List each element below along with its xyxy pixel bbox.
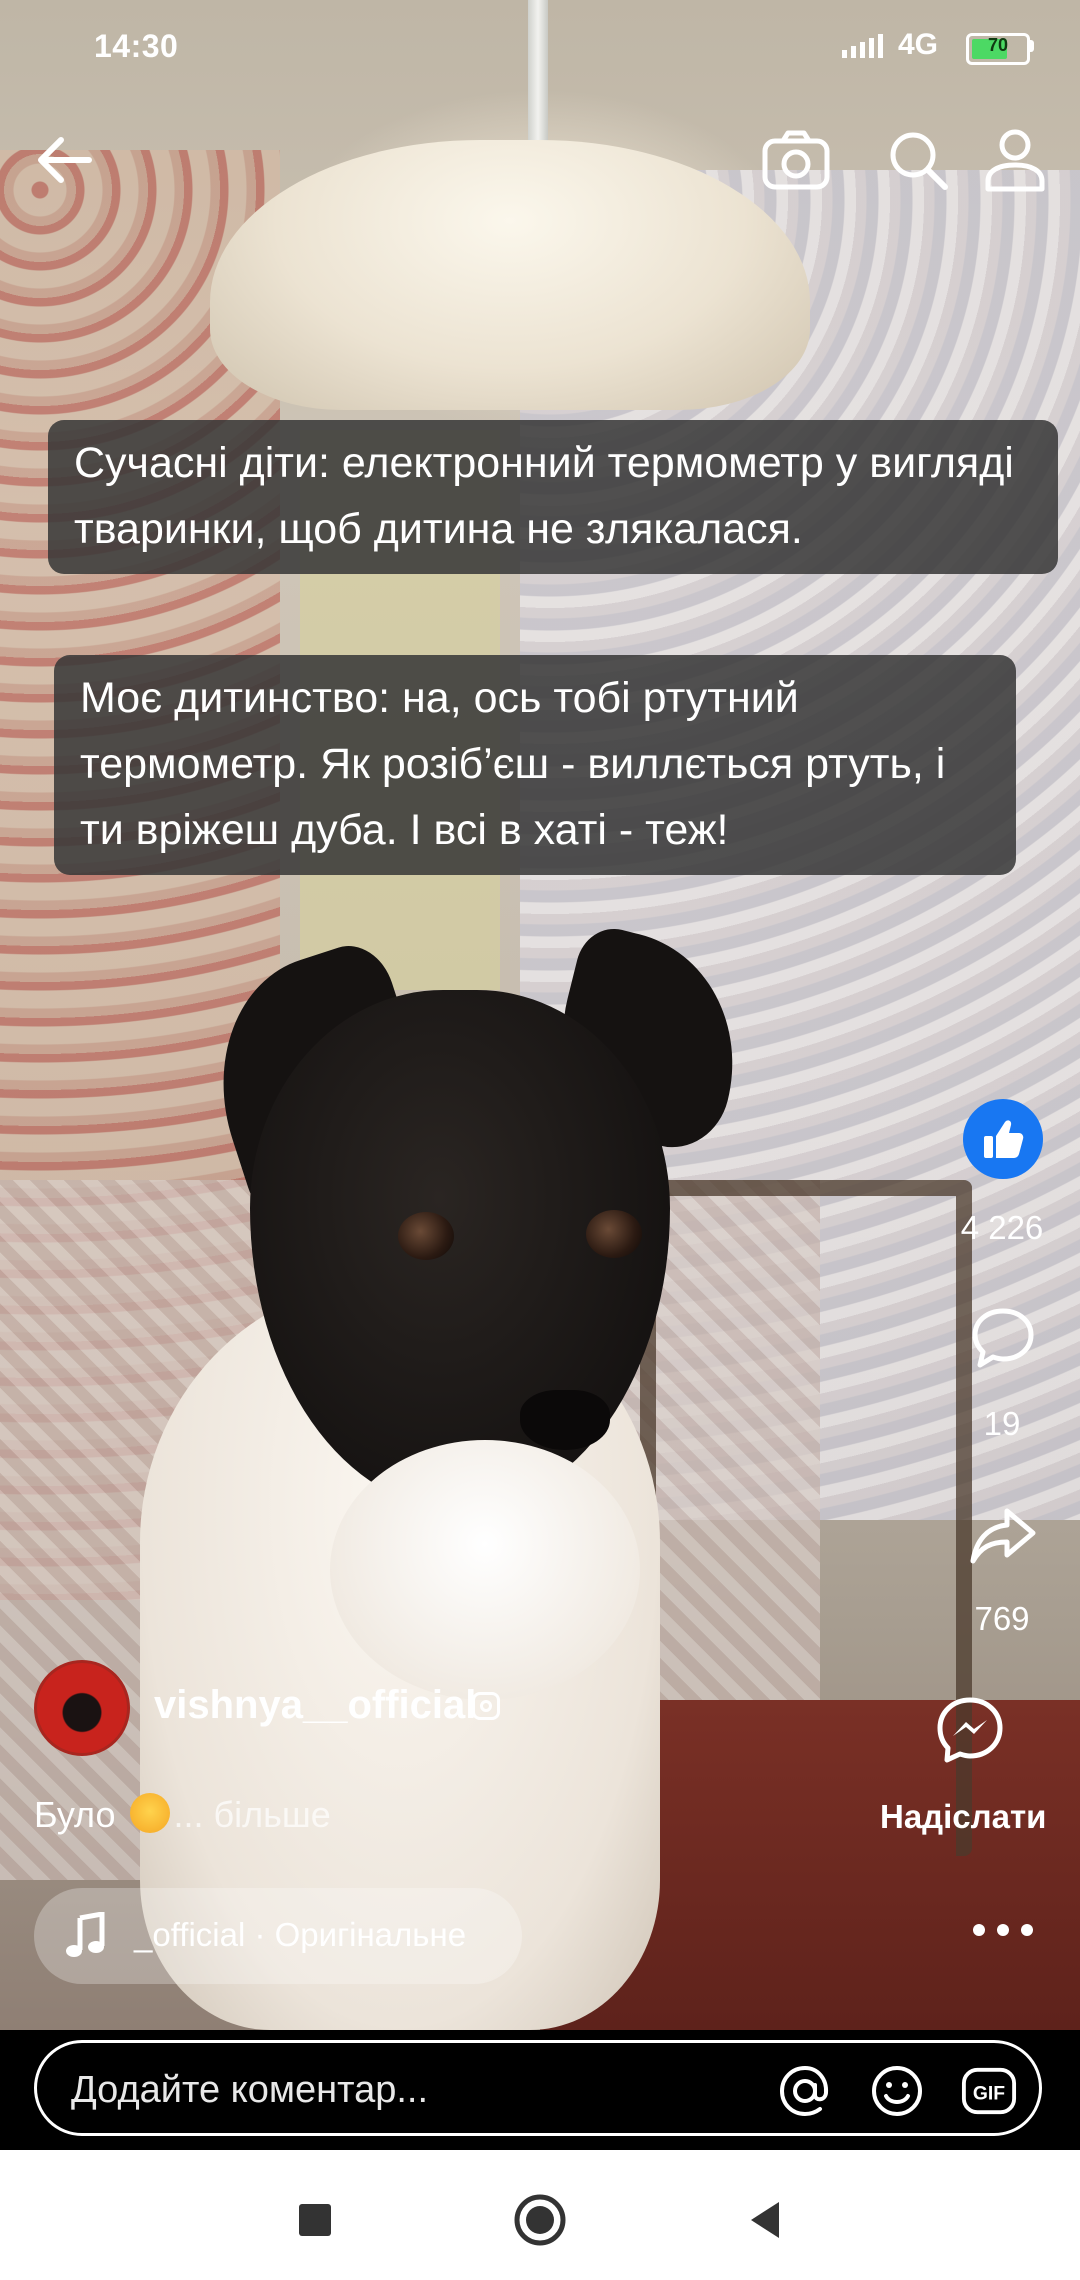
music-label: _official · Оригінальне bbox=[134, 1916, 467, 1953]
music-note-icon bbox=[66, 1912, 105, 1957]
status-bar: 14:30 4G 70 bbox=[0, 0, 1080, 96]
messenger-send-button[interactable] bbox=[930, 1690, 1010, 1770]
thumbs-up-icon bbox=[984, 1120, 1024, 1158]
signal-icon bbox=[842, 34, 883, 58]
search-icon bbox=[890, 132, 948, 190]
emoji-button[interactable] bbox=[869, 2063, 925, 2119]
at-sign-icon bbox=[779, 2065, 829, 2117]
battery-tip bbox=[1028, 40, 1034, 52]
comment-placeholder: Додайте коментар... bbox=[71, 2069, 429, 2111]
share-arrow-icon bbox=[970, 1508, 1036, 1564]
dog-eye-right bbox=[586, 1210, 642, 1258]
mention-button[interactable] bbox=[777, 2063, 833, 2119]
like-button[interactable] bbox=[963, 1099, 1043, 1179]
share-button[interactable] bbox=[965, 1498, 1041, 1574]
music-pill[interactable]: _official · Оригінальне bbox=[34, 1888, 522, 1984]
comment-bar: Додайте коментар... GIF bbox=[0, 2030, 1080, 2150]
arrow-left-icon bbox=[38, 137, 92, 183]
profile-button[interactable] bbox=[975, 120, 1055, 200]
system-back-button[interactable] bbox=[730, 2185, 800, 2255]
smiley-icon bbox=[872, 2066, 922, 2116]
like-count: 4 226 bbox=[960, 1209, 1044, 1246]
share-count: 769 bbox=[974, 1600, 1030, 1637]
battery-icon: 70 bbox=[966, 33, 1030, 65]
more-options-button[interactable] bbox=[965, 1900, 1041, 1960]
network-type: 4G bbox=[898, 28, 939, 61]
circle-icon bbox=[514, 2194, 566, 2246]
triangle-back-icon bbox=[751, 2202, 779, 2238]
video-caption-1: Сучасні діти: електронний термометр у ви… bbox=[48, 420, 1058, 574]
gif-label: GIF bbox=[973, 2084, 1005, 2105]
video-caption-2: Моє дитинство: на, ось тобі ртутний терм… bbox=[54, 655, 1016, 875]
camera-button[interactable] bbox=[756, 120, 836, 200]
comment-button[interactable] bbox=[965, 1300, 1041, 1376]
comment-count: 19 bbox=[983, 1405, 1021, 1442]
gif-icon: GIF bbox=[961, 2067, 1017, 2115]
laughing-emoji-icon bbox=[129, 1793, 170, 1833]
ceiling-lamp bbox=[210, 140, 810, 410]
search-button[interactable] bbox=[878, 120, 958, 200]
back-button[interactable] bbox=[30, 120, 100, 200]
person-icon bbox=[985, 129, 1045, 192]
comment-bubble-icon bbox=[972, 1308, 1034, 1368]
post-description[interactable]: Було ... більше bbox=[34, 1793, 331, 1836]
description-text: Було bbox=[34, 1794, 116, 1835]
avatar[interactable] bbox=[34, 1660, 130, 1756]
gif-button[interactable]: GIF bbox=[961, 2063, 1017, 2119]
dog-nose bbox=[520, 1390, 610, 1450]
dog-eye-left bbox=[398, 1212, 454, 1260]
system-nav-bar bbox=[0, 2150, 1080, 2280]
more-dots-icon bbox=[973, 1924, 1033, 1936]
instagram-icon bbox=[472, 1692, 500, 1720]
dog-chest bbox=[330, 1440, 640, 1700]
messenger-icon bbox=[937, 1697, 1003, 1763]
send-label[interactable]: Надіслати bbox=[880, 1798, 1046, 1836]
recents-button[interactable] bbox=[280, 2185, 350, 2255]
square-icon bbox=[299, 2204, 331, 2236]
comment-input[interactable]: Додайте коментар... GIF bbox=[34, 2040, 1042, 2136]
battery-level: 70 bbox=[987, 35, 1009, 55]
status-time: 14:30 bbox=[94, 28, 179, 64]
description-more-link[interactable]: ... більше bbox=[174, 1794, 331, 1835]
home-button[interactable] bbox=[505, 2185, 575, 2255]
camera-icon bbox=[762, 130, 830, 190]
username[interactable]: vishnya__official bbox=[154, 1683, 476, 1728]
wooden-chair bbox=[640, 1180, 972, 1856]
